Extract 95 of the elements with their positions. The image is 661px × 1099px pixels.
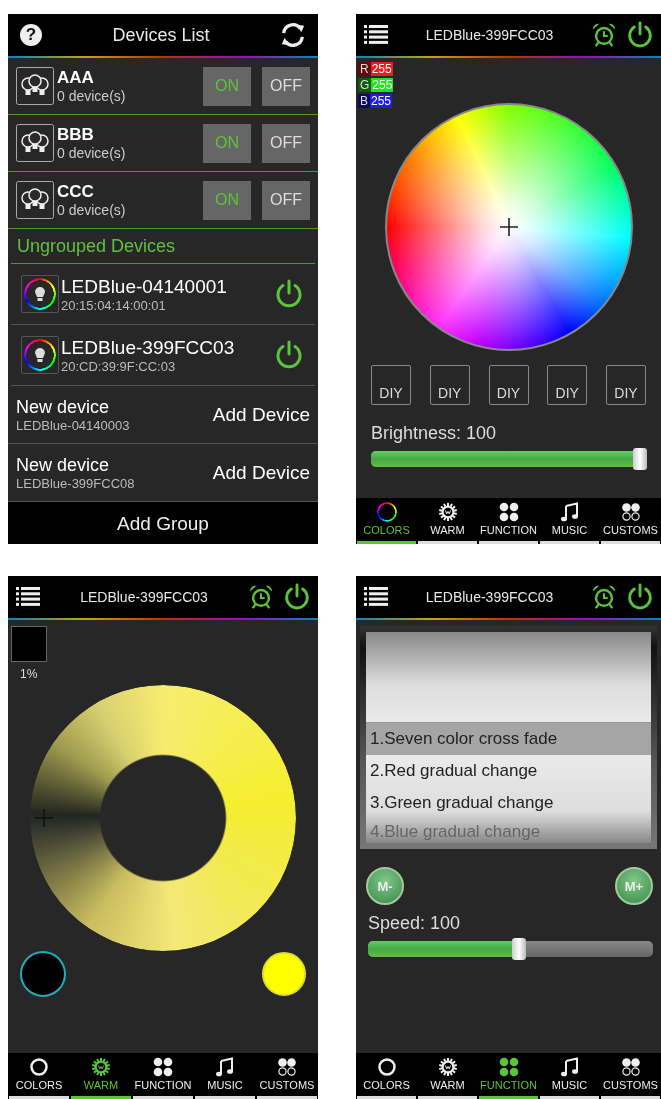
tab[interactable]: MUSIC (195, 1053, 255, 1099)
device-title: LEDBlue-399FCC03 (424, 589, 555, 605)
grid-icon (498, 1057, 519, 1077)
channel-value: 255 (371, 78, 394, 92)
menu-icon[interactable] (364, 25, 388, 45)
channel-value: 255 (370, 62, 393, 76)
channel-value: 255 (370, 94, 393, 108)
music-note-icon (559, 502, 580, 522)
tab[interactable]: MUSIC (540, 1053, 599, 1099)
menu-icon[interactable] (364, 587, 388, 607)
preset-button[interactable]: DIY (488, 365, 529, 405)
tab[interactable]: FUNCTION (133, 1053, 193, 1099)
preset-button[interactable]: DIY (371, 365, 411, 405)
tab[interactable]: FUNCTION (479, 1053, 538, 1099)
off-button[interactable]: OFF (262, 66, 310, 106)
tab[interactable]: CUSTOMS (601, 1053, 660, 1099)
sun-icon (437, 502, 458, 522)
tab[interactable]: COLORS (357, 1053, 416, 1099)
music-note-icon (215, 1057, 235, 1077)
color-circle[interactable] (20, 951, 66, 997)
circles-icon (277, 1057, 297, 1077)
mac-address: 20:CD:39:9F:CC:03 (61, 358, 177, 374)
device-name: LEDBlue-04140001 (61, 275, 228, 298)
menu-icon[interactable] (16, 587, 40, 607)
section-heading: Ungrouped Devices (11, 229, 315, 264)
tab[interactable]: MUSIC (540, 498, 599, 544)
sun-icon (437, 1057, 458, 1077)
device-id: LEDBlue-04140003 (16, 417, 131, 433)
device-label: New device (16, 454, 111, 476)
device-id: LEDBlue-399FCC08 (16, 475, 136, 491)
tab[interactable]: WARM (418, 1053, 477, 1099)
circles-icon (620, 1057, 641, 1077)
mode-item[interactable]: 3.Green gradual change (366, 787, 651, 819)
tab[interactable]: COLORS (9, 1053, 69, 1099)
add-device-button[interactable]: Add Device (212, 403, 310, 426)
channel-label: R (358, 62, 371, 76)
mode-item[interactable]: 1.Seven color cross fade (366, 723, 651, 755)
preset-button[interactable]: DIY (547, 365, 588, 405)
channel-label: B (358, 94, 370, 108)
grid-icon (153, 1057, 173, 1077)
device-name: LEDBlue-399FCC03 (61, 336, 236, 359)
tab[interactable]: CUSTOMS (257, 1053, 317, 1099)
tab[interactable]: WARM (418, 498, 477, 544)
ring-icon (29, 1057, 49, 1077)
music-note-icon (559, 1057, 580, 1077)
device-count: 0 device(s) (57, 145, 127, 161)
tab[interactable]: CUSTOMS (601, 498, 660, 544)
screen-title: Devices List (111, 24, 211, 46)
tab[interactable]: COLORS (357, 498, 416, 544)
alarm-clock-icon[interactable] (591, 22, 617, 48)
channel-label: G (358, 78, 372, 92)
crosshair-icon (498, 217, 519, 237)
sun-icon (91, 1057, 111, 1077)
slider-thumb[interactable] (633, 448, 647, 470)
mac-address: 20:15:04:14:00:01 (61, 297, 167, 313)
mode-item[interactable]: 2.Red gradual change (366, 755, 651, 787)
off-button[interactable]: OFF (262, 180, 310, 220)
group-name: CCC (57, 182, 95, 202)
group-name: AAA (57, 68, 95, 88)
refresh-icon[interactable] (280, 22, 306, 48)
bulb-ring-icon (21, 336, 59, 374)
bulbs-icon (16, 67, 54, 105)
ring-icon (376, 1057, 397, 1077)
off-button[interactable]: OFF (262, 123, 310, 163)
alarm-clock-icon[interactable] (248, 584, 274, 610)
slider-thumb[interactable] (511, 938, 526, 960)
crosshair-icon (34, 808, 54, 828)
device-count: 0 device(s) (57, 88, 127, 104)
add-device-button[interactable]: Add Device (212, 461, 310, 484)
slider-label: Speed: 100 (368, 913, 462, 934)
device-count: 0 device(s) (57, 202, 127, 218)
device-title: LEDBlue-399FCC03 (424, 27, 555, 43)
device-label: New device (16, 396, 111, 418)
group-name: BBB (57, 125, 95, 145)
circles-icon (620, 502, 641, 522)
slider-label: Brightness: 100 (371, 423, 498, 444)
color-ring-icon (376, 502, 397, 522)
brightness-percent: 1% (20, 667, 39, 681)
slider[interactable] (368, 938, 653, 960)
preset-button[interactable]: DIY (606, 365, 646, 405)
slider[interactable] (371, 448, 647, 470)
mode-picker[interactable]: 1.Seven color cross fade 2.Red gradual change 3.Green gradual change 4.Blue gradual change (360, 626, 657, 849)
alarm-clock-icon[interactable] (591, 584, 617, 610)
preset-button[interactable]: DIY (429, 365, 470, 405)
bulb-ring-icon (21, 275, 59, 313)
color-circle[interactable] (262, 952, 306, 996)
add-group-button[interactable]: Add Group (8, 502, 318, 544)
tab[interactable]: WARM (71, 1053, 131, 1099)
grid-icon (498, 502, 519, 522)
help-icon[interactable]: ? (20, 24, 42, 46)
bulbs-icon (16, 181, 54, 219)
bulbs-icon (16, 124, 54, 162)
color-swatch (11, 626, 47, 662)
device-title: LEDBlue-399FCC03 (79, 589, 209, 605)
tab[interactable]: FUNCTION (479, 498, 538, 544)
